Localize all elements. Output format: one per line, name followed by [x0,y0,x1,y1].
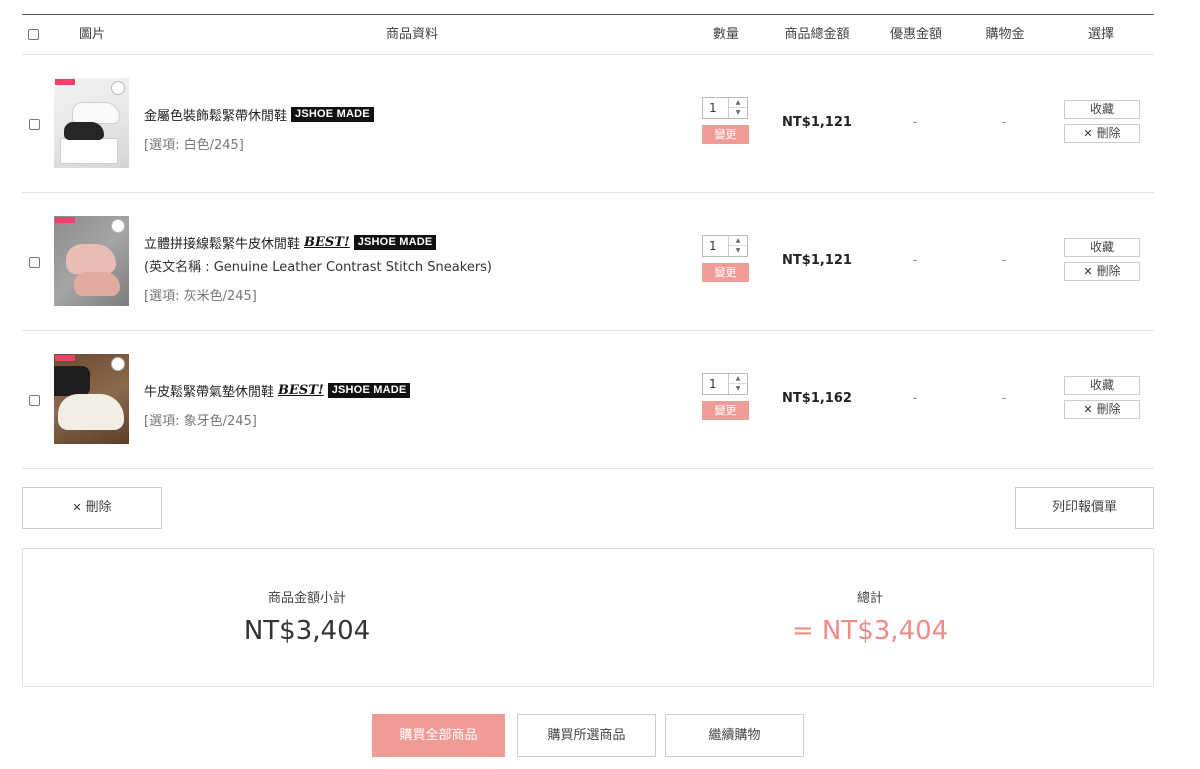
product-info: 立體拼接線鬆緊牛皮休閒鞋 BEST! JSHOE MADE (英文名稱 : Ge… [144,233,492,304]
delete-button[interactable]: ✕ 刪除 [1064,262,1140,281]
buy-all-button[interactable]: 購買全部商品 [372,714,505,757]
table-row: 牛皮鬆緊帶氣墊休閒鞋 BEST! JSHOE MADE [選項: 象牙色/245… [22,331,1154,469]
delete-button[interactable]: ✕ 刪除 [1064,124,1140,143]
product-image[interactable] [54,78,129,168]
item-discount: - [912,391,918,406]
item-total: NT$1,121 [782,115,852,130]
header-image: 圖片 [78,27,105,42]
quantity-stepper[interactable]: 1 ▲ ▼ [702,373,748,395]
chevron-down-icon[interactable]: ▼ [729,384,747,394]
cart-table: 圖片 商品資料 數量 商品總金額 優惠金額 購物金 選擇 金屬色裝飾鬆緊帶休閒鞋… [22,14,1154,469]
favorite-button[interactable]: 收藏 [1064,100,1140,119]
item-discount: - [912,253,918,268]
header-discount: 優惠金額 [889,27,942,42]
print-quote-button[interactable]: 列印報價單 [1015,487,1154,529]
change-qty-button[interactable]: 變更 [702,263,749,282]
close-icon: ✕ [1083,127,1093,140]
table-row: 金屬色裝飾鬆緊帶休閒鞋 JSHOE MADE [選項: 白色/245] 1 ▲ … [22,55,1154,193]
table-header: 圖片 商品資料 數量 商品總金額 優惠金額 購物金 選擇 [22,15,1154,55]
subtotal-value: NT$3,404 [243,616,371,646]
header-info: 商品資料 [385,27,438,42]
product-image[interactable] [54,216,129,306]
order-summary: 商品金額小計 NT$3,404 總計 = NT$3,404 [22,548,1154,687]
brand-badge: JSHOE MADE [327,383,411,398]
product-name[interactable]: 金屬色裝飾鬆緊帶休閒鞋 [144,105,287,124]
best-badge: BEST! [304,235,350,250]
brand-badge: JSHOE MADE [291,107,374,122]
product-info: 牛皮鬆緊帶氣墊休閒鞋 BEST! JSHOE MADE [選項: 象牙色/245… [144,381,411,429]
chevron-down-icon[interactable]: ▼ [729,108,747,118]
header-qty: 數量 [712,27,739,42]
buy-selected-button[interactable]: 購買所選商品 [517,714,656,757]
header-credit: 購物金 [985,27,1025,42]
item-credit: - [1001,115,1007,130]
header-select: 選擇 [1087,27,1114,42]
delete-selected-button[interactable]: ✕ 刪除 [22,487,162,529]
chevron-up-icon[interactable]: ▲ [729,98,747,108]
quantity-stepper[interactable]: 1 ▲ ▼ [702,235,748,257]
quantity-value[interactable]: 1 [709,377,717,391]
brand-badge: JSHOE MADE [353,235,437,250]
change-qty-button[interactable]: 變更 [702,401,749,420]
product-option: [選項: 灰米色/245] [144,289,257,304]
item-checkbox[interactable] [29,119,40,130]
item-checkbox[interactable] [29,257,40,268]
product-name[interactable]: 牛皮鬆緊帶氣墊休閒鞋 [144,381,274,400]
header-total: 商品總金額 [784,27,850,42]
product-english-name: (英文名稱 : Genuine Leather Contrast Stitch … [144,260,493,275]
close-icon: ✕ [1083,265,1093,278]
item-credit: - [1001,391,1007,406]
chevron-up-icon[interactable]: ▲ [729,374,747,384]
subtotal-block: 商品金額小計 NT$3,404 [157,549,457,646]
best-badge: BEST! [278,383,324,398]
quantity-value[interactable]: 1 [709,239,717,253]
total-value: = NT$3,404 [791,616,949,646]
favorite-button[interactable]: 收藏 [1064,376,1140,395]
item-total: NT$1,162 [782,391,852,406]
delete-button[interactable]: ✕ 刪除 [1064,400,1140,419]
quantity-stepper[interactable]: 1 ▲ ▼ [702,97,748,119]
total-block: 總計 = NT$3,404 [720,549,1020,646]
close-icon: ✕ [72,501,82,514]
select-all-checkbox[interactable] [28,29,39,40]
product-option: [選項: 白色/245] [144,138,244,153]
subtotal-label: 商品金額小計 [267,591,346,606]
item-discount: - [912,115,918,130]
continue-shopping-button[interactable]: 繼續購物 [665,714,804,757]
close-icon: ✕ [1083,403,1093,416]
chevron-down-icon[interactable]: ▼ [729,246,747,256]
favorite-button[interactable]: 收藏 [1064,238,1140,257]
change-qty-button[interactable]: 變更 [702,125,749,144]
product-name[interactable]: 立體拼接線鬆緊牛皮休閒鞋 [144,233,300,252]
item-checkbox[interactable] [29,395,40,406]
chevron-up-icon[interactable]: ▲ [729,236,747,246]
product-image[interactable] [54,354,129,444]
item-total: NT$1,121 [782,253,852,268]
product-info: 金屬色裝飾鬆緊帶休閒鞋 JSHOE MADE [選項: 白色/245] [144,105,374,153]
total-label: 總計 [856,591,883,606]
product-option: [選項: 象牙色/245] [144,414,257,429]
table-row: 立體拼接線鬆緊牛皮休閒鞋 BEST! JSHOE MADE (英文名稱 : Ge… [22,193,1154,331]
item-credit: - [1001,253,1007,268]
quantity-value[interactable]: 1 [709,101,717,115]
